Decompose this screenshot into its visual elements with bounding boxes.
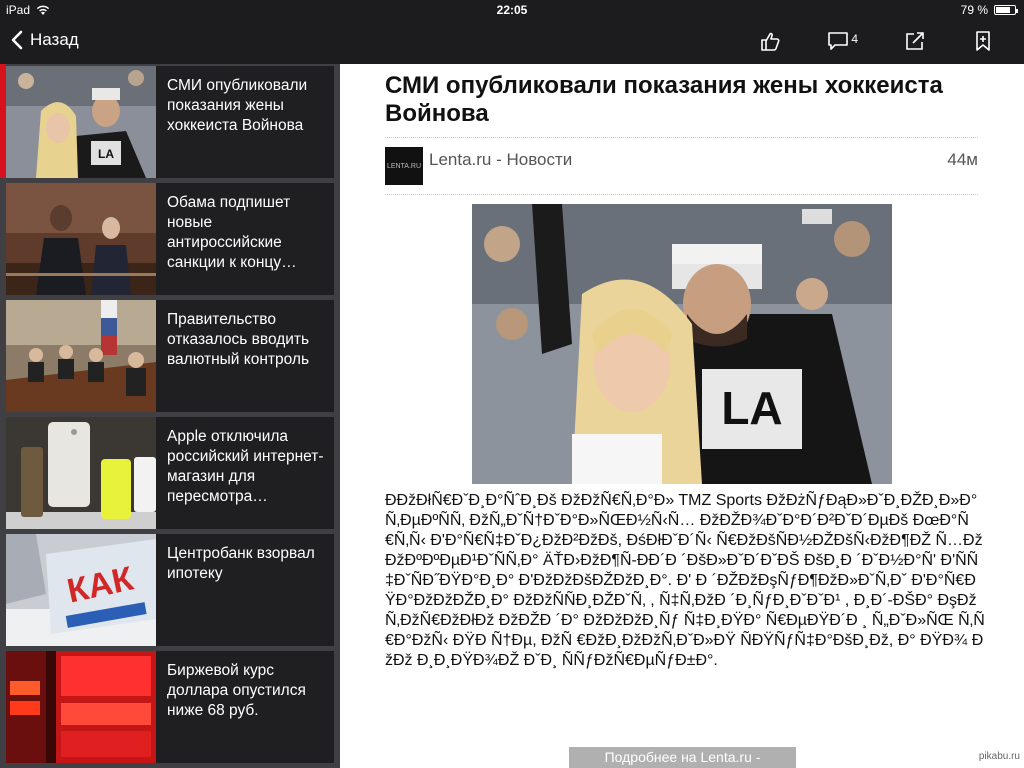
back-button[interactable]: Назад	[10, 30, 79, 50]
bookmark-add-icon	[976, 31, 990, 51]
news-thumbnail-2	[6, 183, 156, 295]
news-title-3: Правительство отказалось вводить валютны…	[167, 311, 310, 368]
news-item-6[interactable]: Биржевой курс доллара опустился ниже 68 …	[6, 651, 334, 763]
divider	[385, 194, 978, 195]
news-title-5: Центробанк взорвал ипотеку	[167, 545, 315, 582]
bookmark-button[interactable]	[972, 30, 994, 52]
watermark: pikabu.ru	[978, 751, 1020, 762]
news-thumbnail-6	[6, 651, 156, 763]
news-item-4[interactable]: Apple отключила российский интернет-мага…	[6, 417, 334, 529]
news-sidebar: LA СМИ опубликовали показания жены хокке…	[0, 64, 340, 768]
article-body: ÐÐžÐłÑ€ÐˇÐ¸Ð°ÑˆÐ¸Ðš ÐžÐžÑ€Ñ‚Ð°Ð» TMZ Spo…	[385, 492, 985, 669]
source-name[interactable]: Lenta.ru - Новости	[429, 150, 572, 170]
svg-text:LA: LA	[721, 382, 782, 434]
chevron-left-icon	[11, 30, 23, 50]
news-item-3[interactable]: Правительство отказалось вводить валютны…	[6, 300, 334, 412]
divider	[385, 137, 978, 138]
comment-icon	[828, 32, 849, 50]
thumbs-up-icon	[761, 32, 780, 51]
external-link-icon	[906, 32, 924, 50]
time-ago: 44м	[947, 150, 978, 169]
status-bar: iPad 22:05 79 %	[0, 0, 1024, 20]
svg-text:LA: LA	[98, 147, 114, 161]
comments-count: 4	[851, 32, 858, 46]
article-headline: СМИ опубликовали показания жены хоккеист…	[385, 72, 943, 127]
news-title-2: Обама подпишет новые антироссийские санк…	[167, 194, 297, 271]
comments-button[interactable]: 4	[827, 30, 858, 52]
open-external-button[interactable]	[904, 30, 926, 52]
news-thumbnail-4	[6, 417, 156, 529]
source-logo: LENTA.RU	[385, 147, 423, 185]
news-title-6: Биржевой курс доллара опустился ниже 68 …	[167, 662, 306, 719]
news-item-1[interactable]: LA СМИ опубликовали показания жены хокке…	[6, 66, 334, 178]
news-title-1: СМИ опубликовали показания жены хоккеист…	[167, 77, 308, 134]
like-button[interactable]	[759, 30, 781, 52]
news-thumbnail-1: LA	[6, 66, 156, 178]
news-thumbnail-5: КАК	[6, 534, 156, 646]
news-thumbnail-3	[6, 300, 156, 412]
battery-percent: 79 %	[960, 3, 988, 17]
nav-bar: Назад 4	[0, 20, 1024, 64]
article-photo: LA	[472, 204, 892, 484]
news-item-2[interactable]: Обама подпишет новые антироссийские санк…	[6, 183, 334, 295]
battery-icon	[994, 5, 1018, 15]
article-pane: СМИ опубликовали показания жены хоккеист…	[340, 64, 1024, 768]
read-more-button[interactable]: Подробнее на Lenta.ru -	[569, 747, 796, 768]
clock: 22:05	[496, 3, 528, 17]
back-label: Назад	[30, 30, 79, 49]
news-item-5[interactable]: КАК Центробанк взорвал ипотеку	[6, 534, 334, 646]
news-title-4: Apple отключила российский интернет-мага…	[167, 428, 324, 505]
